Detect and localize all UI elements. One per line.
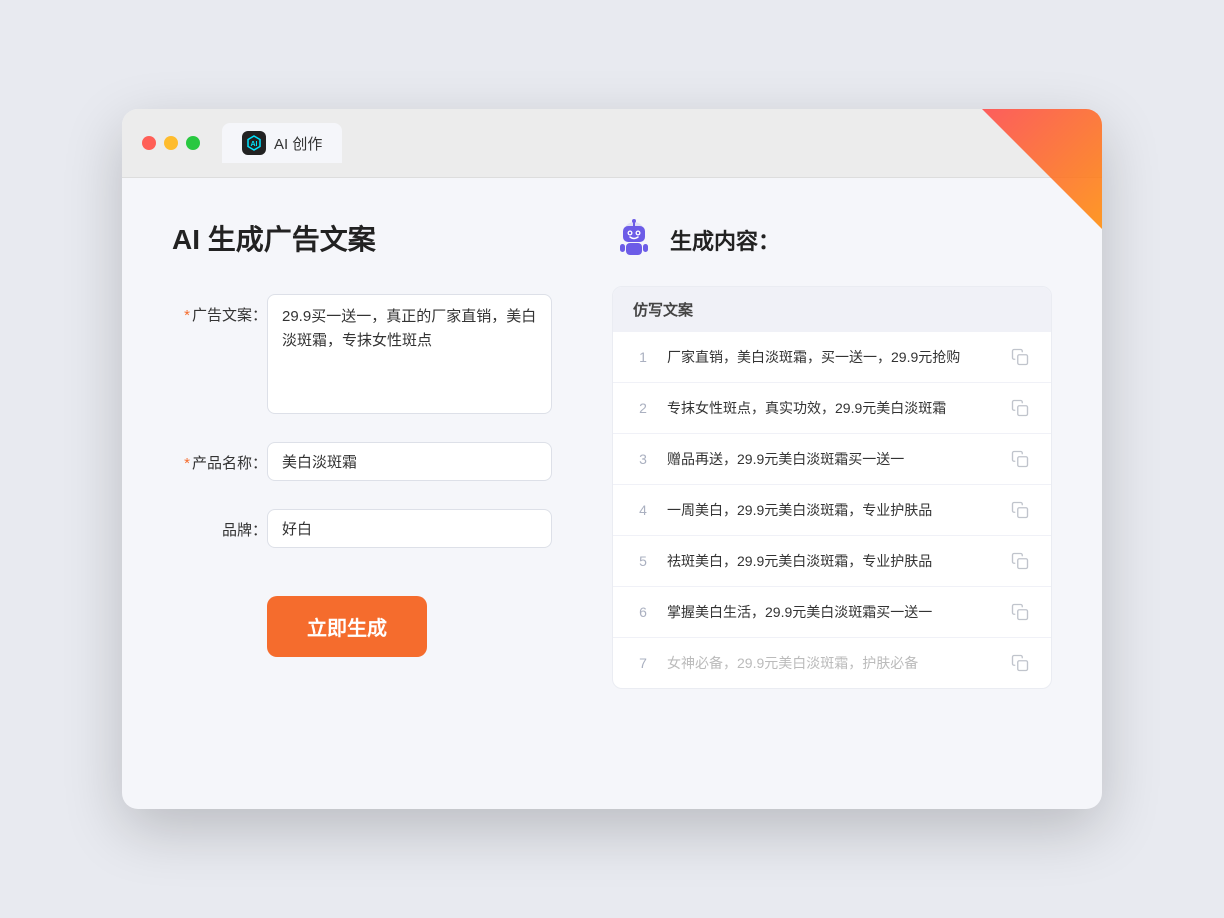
right-header: 生成内容： [612,218,1052,262]
title-bar: AI AI 创作 [122,109,1102,178]
form-row-brand: 品牌： [172,509,552,548]
maximize-button[interactable] [186,136,200,150]
row-text: 祛斑美白，29.9元美白淡斑霜，专业护肤品 [667,551,995,572]
required-star-1: * [184,307,190,324]
table-row: 7 女神必备，29.9元美白淡斑霜，护肤必备 [613,638,1051,688]
svg-text:AI: AI [251,141,258,148]
form-row-ad-copy: *广告文案： 29.9买一送一，真正的厂家直销，美白淡斑霜，专抹女性斑点 [172,294,552,414]
browser-window: AI AI 创作 AI 生成广告文案 *广告文案： 29.9买一送一，真正的厂家… [122,109,1102,809]
left-panel: AI 生成广告文案 *广告文案： 29.9买一送一，真正的厂家直销，美白淡斑霜，… [172,218,552,689]
ad-copy-textarea[interactable]: 29.9买一送一，真正的厂家直销，美白淡斑霜，专抹女性斑点 [267,294,552,414]
table-header: 仿写文案 [613,287,1051,332]
row-number: 4 [633,502,653,518]
table-row: 5 祛斑美白，29.9元美白淡斑霜，专业护肤品 [613,536,1051,587]
copy-icon[interactable] [1009,652,1031,674]
main-content: AI 生成广告文案 *广告文案： 29.9买一送一，真正的厂家直销，美白淡斑霜，… [122,178,1102,729]
ai-tab-icon: AI [242,131,266,155]
row-number: 6 [633,604,653,620]
robot-icon [612,218,656,262]
row-number: 7 [633,655,653,671]
results-table: 仿写文案 1 厂家直销，美白淡斑霜，买一送一，29.9元抢购 2 专抹女性斑点，真实… [612,286,1052,689]
row-text: 厂家直销，美白淡斑霜，买一送一，29.9元抢购 [667,347,995,368]
browser-tab[interactable]: AI AI 创作 [222,123,342,163]
minimize-button[interactable] [164,136,178,150]
table-row: 1 厂家直销，美白淡斑霜，买一送一，29.9元抢购 [613,332,1051,383]
table-row: 2 专抹女性斑点，真实功效，29.9元美白淡斑霜 [613,383,1051,434]
copy-icon[interactable] [1009,397,1031,419]
form-row-product-name: *产品名称： [172,442,552,481]
copy-icon[interactable] [1009,550,1031,572]
table-row: 3 赠品再送，29.9元美白淡斑霜买一送一 [613,434,1051,485]
row-number: 5 [633,553,653,569]
results-rows: 1 厂家直销，美白淡斑霜，买一送一，29.9元抢购 2 专抹女性斑点，真实功效，29… [613,332,1051,688]
copy-icon[interactable] [1009,601,1031,623]
row-number: 1 [633,349,653,365]
traffic-lights [142,136,200,150]
right-panel: 生成内容： 仿写文案 1 厂家直销，美白淡斑霜，买一送一，29.9元抢购 2 专抹女… [612,218,1052,689]
row-number: 3 [633,451,653,467]
row-text: 女神必备，29.9元美白淡斑霜，护肤必备 [667,653,995,674]
close-button[interactable] [142,136,156,150]
brand-label: 品牌： [172,509,267,540]
product-name-label: *产品名称： [172,442,267,473]
required-star-2: * [184,455,190,472]
brand-input[interactable] [267,509,552,548]
generate-button[interactable]: 立即生成 [267,596,427,657]
product-name-input[interactable] [267,442,552,481]
ad-copy-label: *广告文案： [172,294,267,325]
row-text: 专抹女性斑点，真实功效，29.9元美白淡斑霜 [667,398,995,419]
page-title: AI 生成广告文案 [172,218,552,258]
row-number: 2 [633,400,653,416]
tab-label: AI 创作 [274,133,322,154]
row-text: 掌握美白生活，29.9元美白淡斑霜买一送一 [667,602,995,623]
copy-icon[interactable] [1009,499,1031,521]
table-row: 4 一周美白，29.9元美白淡斑霜，专业护肤品 [613,485,1051,536]
copy-icon[interactable] [1009,448,1031,470]
row-text: 一周美白，29.9元美白淡斑霜，专业护肤品 [667,500,995,521]
row-text: 赠品再送，29.9元美白淡斑霜买一送一 [667,449,995,470]
table-row: 6 掌握美白生活，29.9元美白淡斑霜买一送一 [613,587,1051,638]
right-title: 生成内容： [670,224,780,256]
copy-icon[interactable] [1009,346,1031,368]
